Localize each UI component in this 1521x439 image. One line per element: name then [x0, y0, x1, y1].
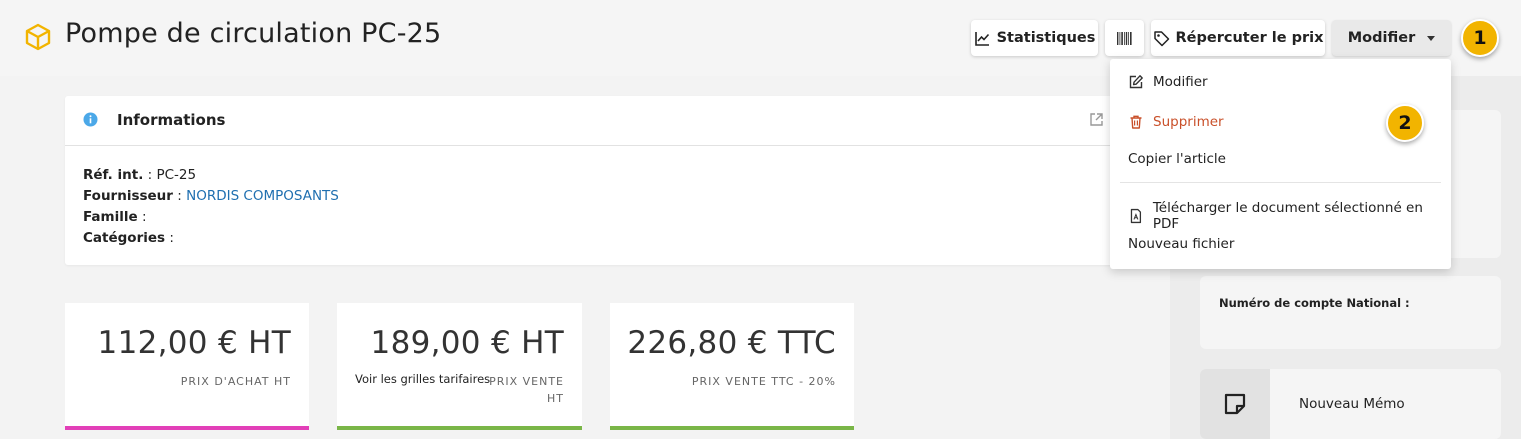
statistics-label: Statistiques	[996, 30, 1096, 46]
sale-price-card: 189,00 € HT Voir les grilles tarifaires …	[337, 303, 582, 430]
sale-price-ttc-card: 226,80 € TTC PRIX VENTE TTC - 20%	[610, 303, 854, 430]
propagate-price-button[interactable]: Répercuter le prix	[1151, 20, 1325, 56]
barcode-icon	[1117, 31, 1132, 45]
pdf-file-icon	[1130, 208, 1142, 224]
price-value: 189,00 € HT	[370, 325, 564, 361]
supplier-link[interactable]: NORDIS COMPOSANTS	[186, 188, 339, 204]
step-marker-1: 1	[1461, 19, 1499, 57]
info-card-body: Réf. int. : PC-25 Fournisseur : NORDIS C…	[65, 146, 1115, 249]
price-bar	[610, 426, 854, 430]
price-value: 112,00 € HT	[97, 325, 291, 361]
info-card-header: Informations	[65, 96, 1115, 146]
modify-dropdown-menu: Modifier Supprimer Copier l'article Télé…	[1110, 59, 1451, 269]
field-supplier: Fournisseur : NORDIS COMPOSANTS	[83, 188, 339, 204]
info-icon	[83, 112, 98, 127]
package-box-icon	[25, 23, 51, 51]
menu-divider	[1120, 182, 1441, 183]
info-card-title: Informations	[117, 111, 226, 129]
new-memo-button[interactable]: Nouveau Mémo	[1200, 369, 1501, 439]
trash-icon	[1130, 115, 1142, 129]
menu-item-modify[interactable]: Modifier	[1128, 74, 1208, 90]
field-family: Famille :	[83, 209, 147, 225]
external-link-icon[interactable]	[1089, 112, 1104, 127]
propagate-price-label: Répercuter le prix	[1175, 30, 1324, 46]
menu-item-download-pdf[interactable]: Télécharger le document sélectionné en P…	[1128, 200, 1451, 232]
modify-dropdown-button[interactable]: Modifier	[1332, 20, 1451, 56]
new-memo-label: Nouveau Mémo	[1299, 396, 1405, 412]
field-categories: Catégories :	[83, 230, 174, 246]
edit-icon	[1129, 75, 1143, 89]
price-bar	[337, 426, 582, 430]
page-title: Pompe de circulation PC-25	[65, 18, 442, 49]
purchase-price-card: 112,00 € HT PRIX D'ACHAT HT	[65, 303, 309, 430]
sticky-note-icon	[1224, 393, 1246, 415]
account-number-card	[1200, 276, 1501, 349]
price-label: PRIX VENTE HT	[489, 375, 564, 405]
price-bar	[65, 426, 309, 430]
menu-item-copy-article[interactable]: Copier l'article	[1128, 151, 1226, 167]
info-card: Informations Réf. int. : PC-25 Fournisse…	[65, 96, 1115, 265]
menu-item-new-file[interactable]: Nouveau fichier	[1128, 236, 1234, 252]
account-number-label: Numéro de compte National :	[1219, 296, 1410, 310]
price-label: PRIX VENTE TTC - 20%	[691, 375, 836, 388]
statistics-button[interactable]: Statistiques	[971, 20, 1098, 56]
price-value: 226,80 € TTC	[627, 325, 836, 361]
menu-item-delete[interactable]: Supprimer	[1128, 114, 1224, 130]
modify-label: Modifier	[1347, 30, 1416, 46]
price-grids-link[interactable]: Voir les grilles tarifaires	[355, 372, 490, 386]
memo-icon-box	[1200, 369, 1270, 439]
chevron-down-icon	[1427, 35, 1436, 41]
field-ref: Réf. int. : PC-25	[83, 167, 197, 183]
tag-icon	[1153, 30, 1169, 46]
line-chart-icon	[974, 31, 989, 46]
barcode-button[interactable]	[1105, 20, 1144, 56]
step-marker-2: 2	[1386, 104, 1424, 142]
price-label: PRIX D'ACHAT HT	[180, 375, 291, 388]
